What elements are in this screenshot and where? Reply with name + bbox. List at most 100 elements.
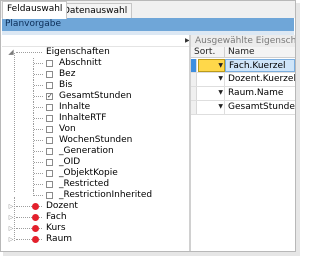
tree-property-row[interactable]: _Generation <box>1 146 189 157</box>
tree-connector <box>34 129 43 130</box>
tree-connector <box>34 74 43 75</box>
tree-connector <box>34 107 43 108</box>
tree-header <box>2 35 189 47</box>
column-header-sort[interactable]: Sort. <box>191 47 225 58</box>
tree-entity-row[interactable]: ▷ Fach <box>1 212 189 223</box>
tree-connector <box>34 151 43 152</box>
property-label: WochenStunden <box>59 135 133 145</box>
tree-entity-row[interactable]: ▷ Kurs <box>1 223 189 234</box>
tree-property-row[interactable]: Bez <box>1 69 189 80</box>
entity-label: Dozent <box>46 201 78 211</box>
section-title: Planvorgabe <box>2 18 294 31</box>
entity-label: Kurs <box>46 223 66 233</box>
dropdown-arrow-icon[interactable]: ▼ <box>218 103 223 111</box>
tree-connector <box>34 85 43 86</box>
selected-properties-grid: Sort. Name ▼ Fach.Kuerzel ▼ Dozent.Kuerzel ▼… <box>191 47 295 252</box>
property-checkbox[interactable] <box>46 126 53 133</box>
property-checkbox[interactable] <box>46 170 53 177</box>
property-name-cell[interactable]: GesamtStunden <box>225 101 295 114</box>
property-checkbox[interactable] <box>46 115 53 122</box>
row-selector[interactable] <box>191 59 197 72</box>
property-label: Bez <box>59 69 76 79</box>
tree-property-row[interactable]: WochenStunden <box>1 135 189 146</box>
tree-connector <box>34 63 43 64</box>
dropdown-arrow-icon[interactable]: ▼ <box>218 75 223 83</box>
property-checkbox[interactable] <box>46 181 53 188</box>
tree-connector <box>34 118 43 119</box>
property-checkbox[interactable] <box>46 104 53 111</box>
expand-icon[interactable]: ▷ <box>7 212 15 223</box>
tree-property-row[interactable]: Abschnitt <box>1 58 189 69</box>
sort-dropdown[interactable]: ▼ <box>198 101 225 114</box>
tree-property-row[interactable]: _RestrictionInherited <box>1 190 189 201</box>
dropdown-arrow-icon[interactable]: ▼ <box>218 62 223 70</box>
grid-row[interactable]: ▼ Fach.Kuerzel <box>191 59 295 73</box>
property-checkbox[interactable] <box>46 148 53 155</box>
tree-property-row[interactable]: ✓ GesamtStunden <box>1 91 189 102</box>
selected-properties-header: Ausgewählte Eigenschaften <box>191 35 295 47</box>
expand-icon[interactable]: ▷ <box>7 223 15 234</box>
grid-row[interactable]: ▼ Raum.Name <box>191 87 295 101</box>
tree-connector <box>34 195 43 196</box>
property-name-cell[interactable]: Dozent.Kuerzel <box>225 73 295 86</box>
grid-header: Sort. Name <box>191 47 295 58</box>
property-label: _Restricted <box>59 179 110 189</box>
property-label: _Generation <box>59 146 114 156</box>
field-selection-window: Feldauswahl Datenauswahl Planvorgabe ▶ A… <box>0 0 296 252</box>
property-checkbox[interactable] <box>46 137 53 144</box>
property-label: Bis <box>59 80 73 90</box>
tree-property-row[interactable]: Inhalte <box>1 102 189 113</box>
property-checkbox[interactable] <box>46 159 53 166</box>
tree-entity-row[interactable]: ▷ Dozent <box>1 201 189 212</box>
property-label: InhalteRTF <box>59 113 107 123</box>
property-label: Von <box>59 124 76 134</box>
property-checkbox[interactable] <box>46 60 53 67</box>
window-shadow-right <box>296 3 300 254</box>
column-header-name[interactable]: Name <box>225 47 295 58</box>
entity-label: Fach <box>46 212 67 222</box>
tree-property-row[interactable]: _Restricted <box>1 179 189 190</box>
sort-dropdown[interactable]: ▼ <box>198 73 225 86</box>
entity-icon <box>32 225 39 232</box>
grid-row[interactable]: ▼ GesamtStunden <box>191 101 295 115</box>
tree-property-row[interactable]: InhalteRTF <box>1 113 189 124</box>
tab-datenauswahl[interactable]: Datenauswahl <box>58 3 133 18</box>
tree-connector <box>34 184 43 185</box>
property-label: _RestrictionInherited <box>59 190 153 200</box>
sort-dropdown[interactable]: ▼ <box>198 87 225 100</box>
sort-dropdown[interactable]: ▼ <box>198 59 225 72</box>
tree-property-row[interactable]: Bis <box>1 80 189 91</box>
property-checkbox[interactable] <box>46 192 53 199</box>
tree-connector <box>34 96 43 97</box>
tree-connector <box>34 162 43 163</box>
property-label: GesamtStunden <box>59 91 132 101</box>
property-name-cell[interactable]: Fach.Kuerzel <box>225 59 295 72</box>
tree-property-row[interactable]: _ObjektKopie <box>1 168 189 179</box>
property-tree: ◢ Eigenschaften Abschnitt Bez Bis ✓ GesamtSt… <box>1 47 189 252</box>
tree-connector <box>16 52 42 53</box>
property-checkbox[interactable] <box>46 71 53 78</box>
tab-feldauswahl[interactable]: Feldauswahl <box>2 1 68 19</box>
window-shadow-bottom <box>3 252 300 256</box>
expand-icon[interactable]: ▷ <box>7 234 15 245</box>
dropdown-arrow-icon[interactable]: ▼ <box>218 89 223 97</box>
row-selector[interactable] <box>191 73 197 86</box>
tree-entity-row[interactable]: ▷ Raum <box>1 234 189 245</box>
expand-icon[interactable]: ▷ <box>7 201 15 212</box>
property-name-cell[interactable]: Raum.Name <box>225 87 295 100</box>
tree-property-row[interactable]: _OID <box>1 157 189 168</box>
tab-strip: Feldauswahl Datenauswahl <box>1 1 295 19</box>
row-selector[interactable] <box>191 101 197 114</box>
collapse-icon[interactable]: ◢ <box>7 47 15 58</box>
tree-node-label: Eigenschaften <box>46 47 110 57</box>
property-label: _ObjektKopie <box>59 168 118 178</box>
grid-row[interactable]: ▼ Dozent.Kuerzel <box>191 73 295 87</box>
tree-node-eigenschaften[interactable]: ◢ Eigenschaften <box>1 47 189 58</box>
property-checkbox[interactable] <box>46 82 53 89</box>
property-label: Abschnitt <box>59 58 102 68</box>
property-checkbox[interactable]: ✓ <box>46 93 53 100</box>
row-selector[interactable] <box>191 87 197 100</box>
property-label: _OID <box>59 157 81 167</box>
property-label: Inhalte <box>59 102 91 112</box>
tree-property-row[interactable]: Von <box>1 124 189 135</box>
